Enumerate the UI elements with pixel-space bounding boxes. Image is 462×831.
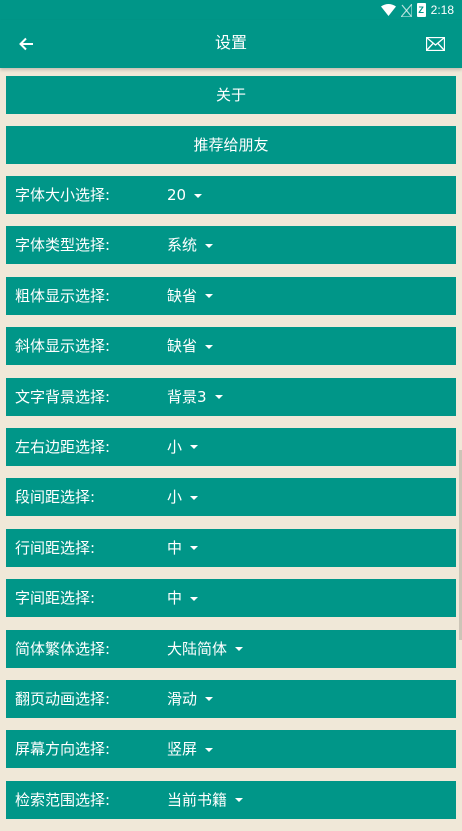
orientation-row: 屏幕方向选择: 竖屏 <box>6 730 456 769</box>
caret-down-icon <box>205 697 214 702</box>
page-animation-label: 翻页动画选择: <box>15 689 111 708</box>
caret-down-icon <box>190 596 199 601</box>
line-spacing-label: 行间距选择: <box>15 538 96 557</box>
text-background-select[interactable]: 背景3 <box>167 378 223 416</box>
search-scope-select[interactable]: 当前书籍 <box>167 781 244 819</box>
orientation-select[interactable]: 竖屏 <box>167 730 214 768</box>
font-type-select[interactable]: 系统 <box>167 226 214 264</box>
caret-down-icon <box>190 546 199 551</box>
battery-icon: Z <box>416 3 426 17</box>
letter-spacing-value: 中 <box>167 589 183 608</box>
paragraph-spacing-select[interactable]: 小 <box>167 478 199 516</box>
caret-down-icon <box>194 193 203 198</box>
script-label: 简体繁体选择: <box>15 639 111 658</box>
line-spacing-select[interactable]: 中 <box>167 529 199 567</box>
letter-spacing-select[interactable]: 中 <box>167 579 199 617</box>
bold-value: 缺省 <box>167 286 198 305</box>
recommend-button[interactable]: 推荐给朋友 <box>6 126 456 164</box>
search-scope-value: 当前书籍 <box>167 790 228 809</box>
settings-list: 关于 推荐给朋友 字体大小选择: 20 字体类型选择: 系统 粗体显示选择: 缺… <box>6 76 456 831</box>
mail-button[interactable] <box>424 33 446 55</box>
page-title: 设置 <box>214 33 247 52</box>
caret-down-icon <box>205 294 214 299</box>
caret-down-icon <box>205 344 214 349</box>
font-type-label: 字体类型选择: <box>15 236 111 255</box>
orientation-value: 竖屏 <box>167 740 198 759</box>
app-bar: 设置 <box>0 20 462 68</box>
search-scope-row: 检索范围选择: 当前书籍 <box>6 780 456 819</box>
italic-row: 斜体显示选择: 缺省 <box>6 327 456 366</box>
side-margin-row: 左右边距选择: 小 <box>6 427 456 466</box>
paragraph-spacing-value: 小 <box>167 488 183 507</box>
script-value: 大陆简体 <box>167 639 228 658</box>
font-size-row: 字体大小选择: 20 <box>6 176 456 214</box>
italic-value: 缺省 <box>167 337 198 356</box>
text-background-label: 文字背景选择: <box>15 387 111 406</box>
bold-select[interactable]: 缺省 <box>167 277 214 315</box>
orientation-label: 屏幕方向选择: <box>15 740 111 759</box>
paragraph-spacing-row: 段间距选择: 小 <box>6 478 456 517</box>
paragraph-spacing-label: 段间距选择: <box>15 488 96 507</box>
mail-icon <box>425 37 445 51</box>
bold-row: 粗体显示选择: 缺省 <box>6 276 456 315</box>
page-animation-row: 翻页动画选择: 滑动 <box>6 679 456 718</box>
status-time: 2:18 <box>430 3 454 17</box>
side-margin-value: 小 <box>167 437 183 456</box>
caret-down-icon <box>190 495 199 500</box>
status-bar: Z 2:18 <box>0 0 462 20</box>
letter-spacing-label: 字间距选择: <box>15 589 96 608</box>
caret-down-icon <box>214 395 223 400</box>
text-background-row: 文字背景选择: 背景3 <box>6 377 456 416</box>
caret-down-icon <box>235 647 244 652</box>
side-margin-select[interactable]: 小 <box>167 428 199 466</box>
no-signal-icon <box>400 3 412 17</box>
line-spacing-row: 行间距选择: 中 <box>6 528 456 567</box>
italic-label: 斜体显示选择: <box>15 337 111 356</box>
font-size-value: 20 <box>167 186 187 204</box>
about-button[interactable]: 关于 <box>6 76 456 114</box>
text-background-value: 背景3 <box>167 387 207 406</box>
caret-down-icon <box>205 243 214 248</box>
line-spacing-value: 中 <box>167 538 183 557</box>
search-scope-label: 检索范围选择: <box>15 790 111 809</box>
letter-spacing-row: 字间距选择: 中 <box>6 579 456 618</box>
page-animation-value: 滑动 <box>167 689 198 708</box>
font-size-select[interactable]: 20 <box>167 176 203 214</box>
font-type-value: 系统 <box>167 236 198 255</box>
script-row: 简体繁体选择: 大陆简体 <box>6 629 456 668</box>
side-margin-label: 左右边距选择: <box>15 437 111 456</box>
page-animation-select[interactable]: 滑动 <box>167 680 214 718</box>
status-icons: Z 2:18 <box>380 2 454 18</box>
bold-label: 粗体显示选择: <box>15 286 111 305</box>
italic-select[interactable]: 缺省 <box>167 327 214 365</box>
battery-text: Z <box>418 5 424 15</box>
caret-down-icon <box>205 747 214 752</box>
caret-down-icon <box>190 445 199 450</box>
script-select[interactable]: 大陆简体 <box>167 630 244 668</box>
caret-down-icon <box>235 798 244 803</box>
font-size-label: 字体大小选择: <box>15 186 111 204</box>
font-type-row: 字体类型选择: 系统 <box>6 226 456 265</box>
wifi-icon <box>380 4 396 16</box>
